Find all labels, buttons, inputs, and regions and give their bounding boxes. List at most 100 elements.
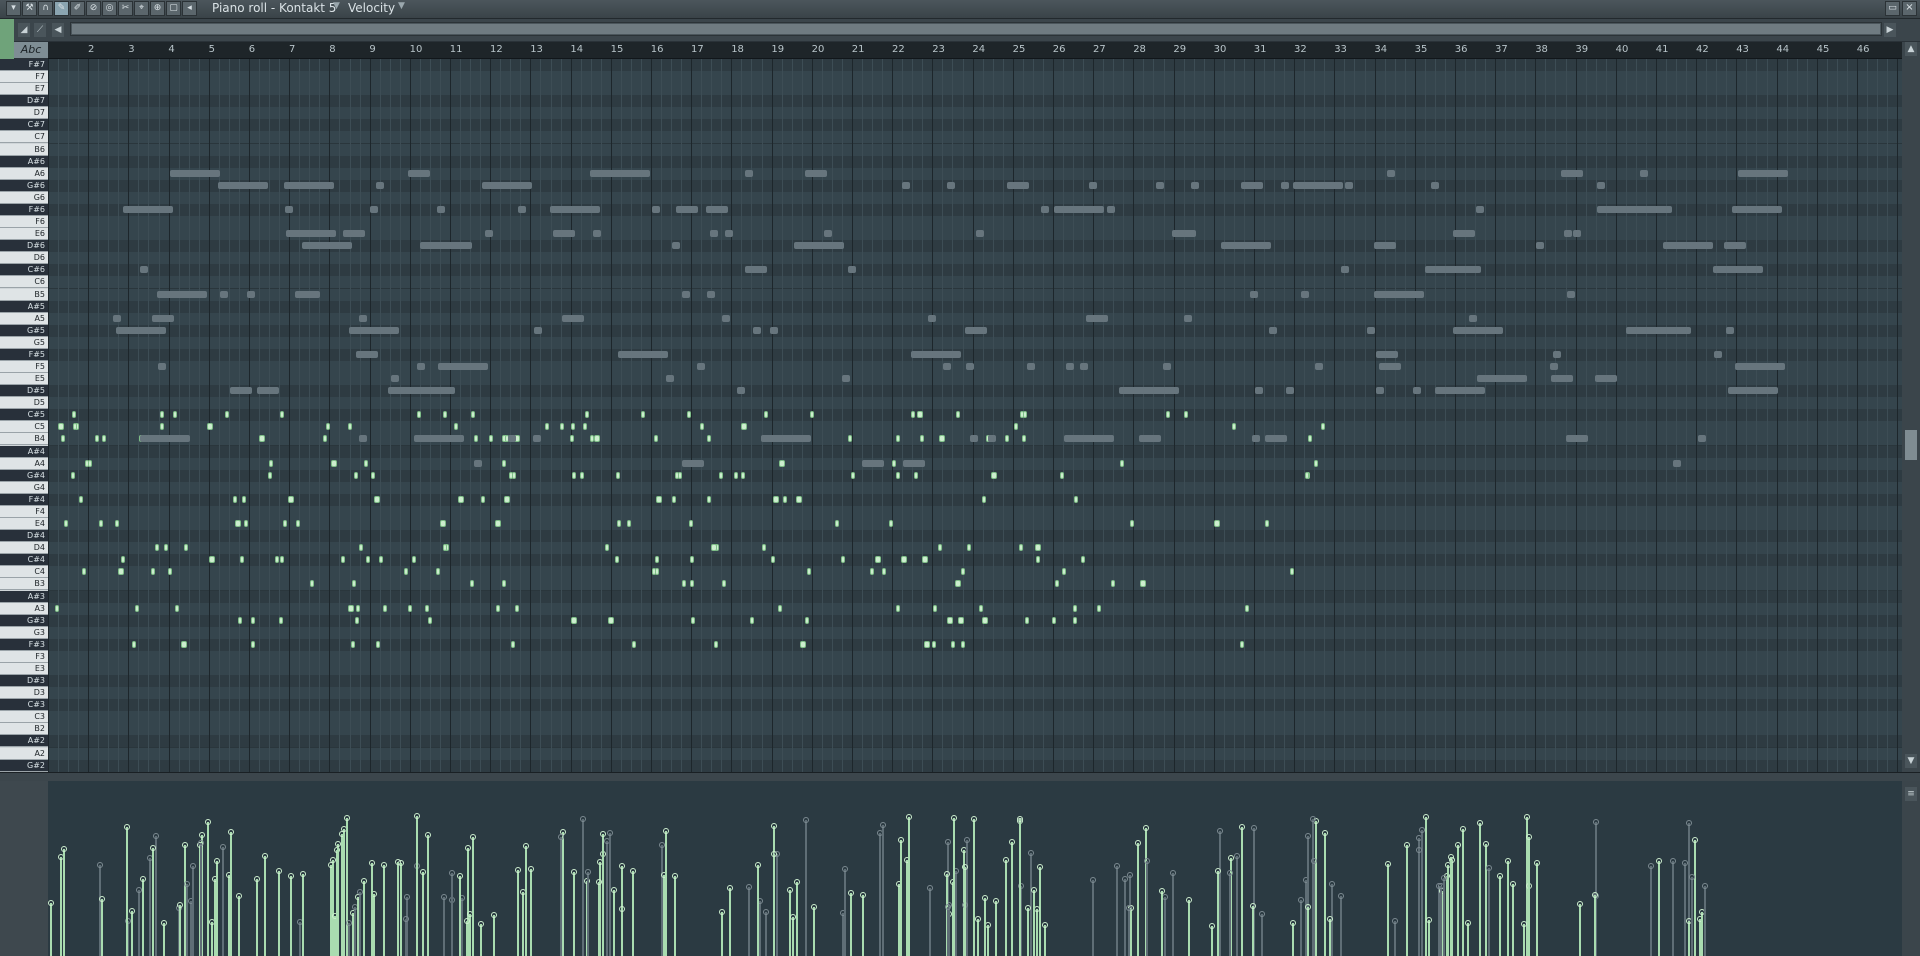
note[interactable] — [764, 411, 768, 418]
velocity-handle[interactable] — [161, 920, 167, 926]
velocity-stem[interactable] — [416, 816, 418, 956]
velocity-stem[interactable] — [101, 899, 103, 956]
note[interactable] — [288, 496, 294, 503]
note[interactable] — [1290, 568, 1294, 575]
velocity-handle[interactable] — [1483, 841, 1489, 847]
velocity-handle[interactable] — [580, 816, 586, 822]
velocity-handle[interactable] — [964, 837, 970, 843]
velocity-handle[interactable] — [1505, 858, 1511, 864]
velocity-stem[interactable] — [984, 898, 986, 956]
velocity-stem[interactable] — [1418, 850, 1420, 956]
velocity-stem[interactable] — [299, 922, 301, 956]
velocity-stem[interactable] — [522, 892, 524, 956]
note[interactable] — [545, 423, 549, 430]
velocity-handle[interactable] — [1510, 881, 1516, 887]
note[interactable] — [379, 556, 383, 563]
velocity-stem[interactable] — [1241, 827, 1243, 956]
piano-key[interactable]: B6 — [0, 143, 48, 156]
velocity-handle[interactable] — [1215, 868, 1221, 874]
velocity-handle[interactable] — [1305, 904, 1311, 910]
velocity-stem[interactable] — [977, 919, 979, 956]
velocity-handle[interactable] — [1217, 828, 1223, 834]
velocity-stem[interactable] — [1479, 823, 1481, 956]
note[interactable] — [1265, 520, 1269, 527]
scroll-up-icon[interactable]: ▲ — [1905, 42, 1917, 56]
note[interactable] — [181, 641, 187, 648]
velocity-stem[interactable] — [759, 901, 761, 956]
velocity-stem[interactable] — [60, 857, 62, 956]
velocity-stem[interactable] — [1036, 909, 1038, 956]
velocity-stem[interactable] — [451, 873, 453, 956]
note[interactable] — [155, 544, 159, 551]
velocity-handle[interactable] — [228, 829, 234, 835]
scroll-down-icon[interactable]: ▼ — [1905, 754, 1917, 768]
piano-key[interactable]: E6 — [0, 228, 48, 241]
note[interactable] — [939, 435, 945, 442]
piano-keyboard[interactable]: F#7 F7 E7 D#7 D7 C#7 C7 B6 A#6 A6 G#6 G6 F#6 F6 E6 D#6 D… — [0, 59, 48, 772]
note[interactable] — [722, 580, 726, 587]
velocity-handle[interactable] — [1477, 820, 1483, 826]
note[interactable] — [590, 435, 594, 442]
velocity-handle[interactable] — [1329, 881, 1335, 887]
piano-key[interactable]: C5 — [0, 421, 48, 434]
mute-icon[interactable]: ◎ — [102, 1, 117, 16]
timeline-ruler[interactable]: 2 3 4 5 6 7 8 9 10 11 12 13 14 15 16 17 18 19 20 21 22 23 24 25… — [48, 42, 1902, 59]
velocity-stem[interactable] — [1406, 845, 1408, 956]
note[interactable] — [1020, 411, 1024, 418]
piano-key[interactable]: F#5 — [0, 348, 48, 361]
velocity-stem[interactable] — [1340, 896, 1342, 956]
piano-key[interactable]: G5 — [0, 336, 48, 349]
velocity-stem[interactable] — [987, 925, 989, 956]
velocity-editor[interactable] — [48, 781, 1902, 956]
velocity-handle[interactable] — [1209, 923, 1215, 929]
velocity-stem[interactable] — [459, 876, 461, 956]
note[interactable] — [773, 496, 779, 503]
velocity-handle[interactable] — [61, 846, 67, 852]
note[interactable] — [961, 568, 965, 575]
velocity-handle[interactable] — [220, 844, 226, 850]
velocity-stem[interactable] — [1011, 842, 1013, 956]
piano-key[interactable]: D#6 — [0, 240, 48, 253]
note[interactable] — [580, 472, 584, 479]
note[interactable] — [982, 496, 986, 503]
velocity-stem[interactable] — [517, 870, 519, 956]
note[interactable] — [481, 496, 485, 503]
velocity-handle[interactable] — [794, 879, 800, 885]
velocity-handle[interactable] — [470, 834, 476, 840]
velocity-handle[interactable] — [414, 813, 420, 819]
note[interactable] — [61, 435, 65, 442]
velocity-handle[interactable] — [1497, 873, 1503, 879]
target-dropdown-icon[interactable]: ▼ — [398, 1, 405, 11]
velocity-stem[interactable] — [155, 836, 157, 956]
velocity-handle[interactable] — [1592, 892, 1598, 898]
velocity-stem[interactable] — [805, 820, 807, 956]
note[interactable] — [851, 472, 855, 479]
velocity-stem[interactable] — [1292, 923, 1294, 956]
piano-key[interactable]: G4 — [0, 481, 48, 494]
velocity-handle[interactable] — [1327, 916, 1333, 922]
velocity-handle[interactable] — [1251, 825, 1257, 831]
velocity-handle[interactable] — [344, 815, 350, 821]
velocity-handle[interactable] — [1648, 863, 1654, 869]
velocity-handle[interactable] — [124, 824, 130, 830]
velocity-stem[interactable] — [773, 854, 775, 956]
note[interactable] — [1305, 472, 1309, 479]
note[interactable] — [168, 568, 172, 575]
velocity-handle[interactable] — [611, 887, 617, 893]
velocity-handle[interactable] — [1122, 876, 1128, 882]
velocity-handle[interactable] — [1322, 830, 1328, 836]
speaker-icon[interactable]: ◂ — [182, 1, 197, 16]
velocity-stem[interactable] — [1033, 890, 1035, 956]
window-title[interactable]: Piano roll - Kontakt 5 — [212, 1, 336, 15]
title-dropdown-icon[interactable]: ▼ — [333, 1, 340, 11]
note[interactable] — [1025, 617, 1029, 624]
velocity-stem[interactable] — [138, 890, 140, 956]
note[interactable] — [922, 556, 928, 563]
velocity-handle[interactable] — [97, 862, 103, 868]
velocity-handle[interactable] — [395, 859, 401, 865]
piano-key[interactable]: F#6 — [0, 203, 48, 216]
velocity-handle[interactable] — [927, 885, 933, 891]
velocity-handle[interactable] — [1686, 820, 1692, 826]
velocity-stem[interactable] — [1039, 867, 1041, 956]
velocity-handle[interactable] — [1259, 911, 1265, 917]
